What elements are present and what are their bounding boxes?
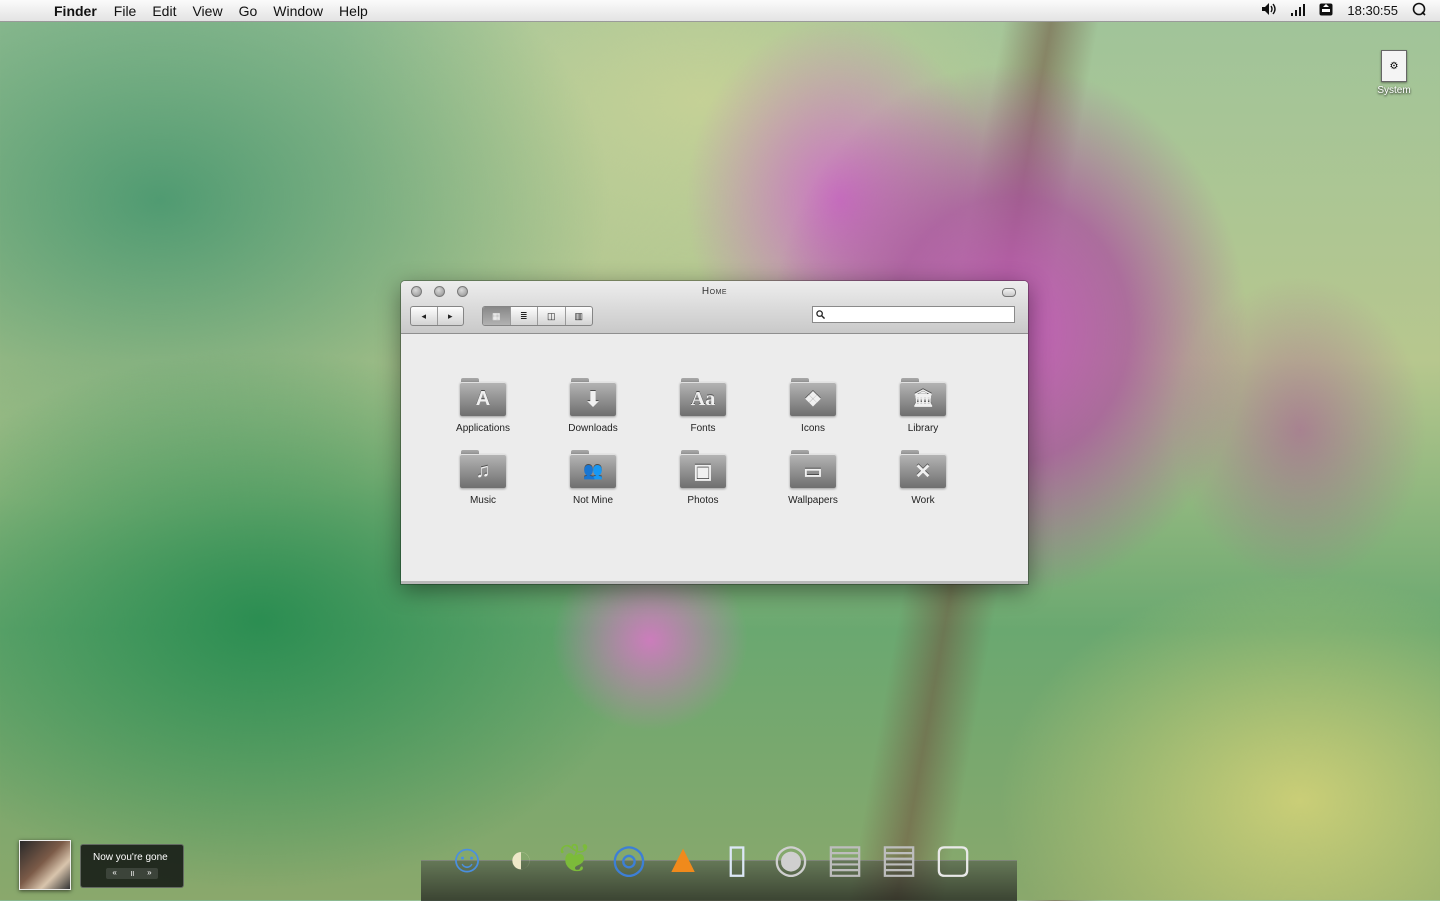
dock-finder-icon[interactable]: ☺ — [440, 832, 494, 886]
window-bottom-bar — [401, 581, 1028, 584]
dock-trash-icon[interactable]: ▢ — [926, 832, 980, 886]
menu-go[interactable]: Go — [239, 3, 258, 19]
finder-window: Home ◂ ▸ ▦ ≣ ◫ ▥ A Applications ⬇ Downlo… — [401, 281, 1028, 584]
signal-icon[interactable] — [1291, 3, 1306, 19]
pause-button[interactable]: ॥ — [130, 868, 135, 879]
song-title: Now you're gone — [93, 852, 168, 863]
folder-label: Applications — [456, 423, 510, 434]
menu-finder[interactable]: Finder — [54, 3, 97, 19]
album-art[interactable] — [19, 840, 71, 890]
desktop-icon-label: System — [1377, 85, 1411, 96]
finder-content: A Applications ⬇ Downloads Aa Fonts ❖ Ic… — [401, 334, 1028, 581]
nav-buttons: ◂ ▸ — [410, 306, 464, 326]
icon-view-button[interactable]: ▦ — [483, 307, 511, 325]
dock-adium-icon[interactable]: ◐ — [494, 832, 548, 886]
desktop-icon-system[interactable]: ⚙ System — [1372, 50, 1416, 96]
battery-icon[interactable] — [1319, 3, 1333, 19]
toolbar-toggle-button[interactable] — [1002, 288, 1016, 297]
dock: ☺ ◐ ❦ ◎ ▲ ▯ ◉ ▤ ▤ ▢ — [440, 832, 980, 886]
coverflow-view-button[interactable]: ▥ — [566, 307, 593, 325]
library-folder-icon: 🏛 — [900, 378, 946, 418]
folder-wallpapers[interactable]: ▭ Wallpapers — [758, 450, 868, 506]
folder-label: Photos — [687, 495, 719, 506]
work-folder-icon: ✕ — [900, 450, 946, 490]
fonts-folder-icon: Aa — [680, 378, 726, 418]
folder-icons[interactable]: ❖ Icons — [758, 378, 868, 434]
folder-fonts[interactable]: Aa Fonts — [648, 378, 758, 434]
folder-label: Music — [469, 495, 497, 506]
folder-label: Wallpapers — [788, 495, 838, 506]
volume-icon[interactable] — [1261, 2, 1277, 19]
folder-label: Fonts — [690, 423, 716, 434]
menu-view[interactable]: View — [192, 3, 222, 19]
not-mine-folder-icon: 👥 — [570, 450, 616, 490]
applications-folder-icon: A — [460, 378, 506, 418]
dock-milk-icon[interactable]: ▯ — [710, 832, 764, 886]
music-folder-icon: ♫ — [460, 450, 506, 490]
folder-grid: A Applications ⬇ Downloads Aa Fonts ❖ Ic… — [428, 378, 978, 506]
folder-not-mine[interactable]: 👥 Not Mine — [538, 450, 648, 506]
dock-coffee-icon[interactable]: ◉ — [764, 832, 818, 886]
dock-stack-icon[interactable]: ▤ — [872, 832, 926, 886]
folder-library[interactable]: 🏛 Library — [868, 378, 978, 434]
folder-work[interactable]: ✕ Work — [868, 450, 978, 506]
folder-applications[interactable]: A Applications — [428, 378, 538, 434]
folder-label: Library — [907, 423, 939, 434]
search-field[interactable] — [812, 306, 1015, 323]
system-document-icon: ⚙ — [1381, 50, 1407, 82]
menu-file[interactable]: File — [114, 3, 137, 19]
magnifier-icon — [816, 310, 825, 319]
menu-help[interactable]: Help — [339, 3, 368, 19]
spotlight-icon[interactable] — [1412, 2, 1426, 19]
folder-label: Icons — [801, 423, 825, 434]
dock-safari-icon[interactable]: ◎ — [602, 832, 656, 886]
folder-music[interactable]: ♫ Music — [428, 450, 538, 506]
list-view-button[interactable]: ≣ — [511, 307, 538, 325]
column-view-button[interactable]: ◫ — [538, 307, 566, 325]
forward-button[interactable]: ▸ — [438, 307, 464, 325]
icons-folder-icon: ❖ — [790, 378, 836, 418]
folder-label: Not Mine — [572, 495, 613, 506]
status-area: 18:30:55 — [1261, 0, 1440, 21]
downloads-folder-icon: ⬇ — [570, 378, 616, 418]
dock-vlc-icon[interactable]: ▲ — [656, 832, 710, 886]
dock-coda-icon[interactable]: ❦ — [548, 832, 602, 886]
folder-label: Work — [911, 495, 935, 506]
wallpapers-folder-icon: ▭ — [790, 450, 836, 490]
view-switcher: ▦ ≣ ◫ ▥ — [482, 306, 593, 326]
folder-label: Downloads — [568, 423, 618, 434]
dock-stack-icon[interactable]: ▤ — [818, 832, 872, 886]
previous-track-button[interactable]: « — [112, 868, 116, 879]
clock[interactable]: 18:30:55 — [1347, 3, 1398, 18]
menu-edit[interactable]: Edit — [152, 3, 176, 19]
photos-folder-icon: ▣ — [680, 450, 726, 490]
menu-window[interactable]: Window — [273, 3, 323, 19]
folder-photos[interactable]: ▣ Photos — [648, 450, 758, 506]
back-button[interactable]: ◂ — [411, 307, 438, 325]
now-playing-widget: Now you're gone « ॥ » — [80, 844, 184, 888]
window-titlebar[interactable]: Home ◂ ▸ ▦ ≣ ◫ ▥ — [401, 281, 1028, 334]
menu-bar: Finder File Edit View Go Window Help 18:… — [0, 0, 1440, 22]
playback-controls: « ॥ » — [106, 868, 158, 879]
window-title: Home — [701, 286, 728, 297]
next-track-button[interactable]: » — [147, 868, 151, 879]
folder-downloads[interactable]: ⬇ Downloads — [538, 378, 648, 434]
